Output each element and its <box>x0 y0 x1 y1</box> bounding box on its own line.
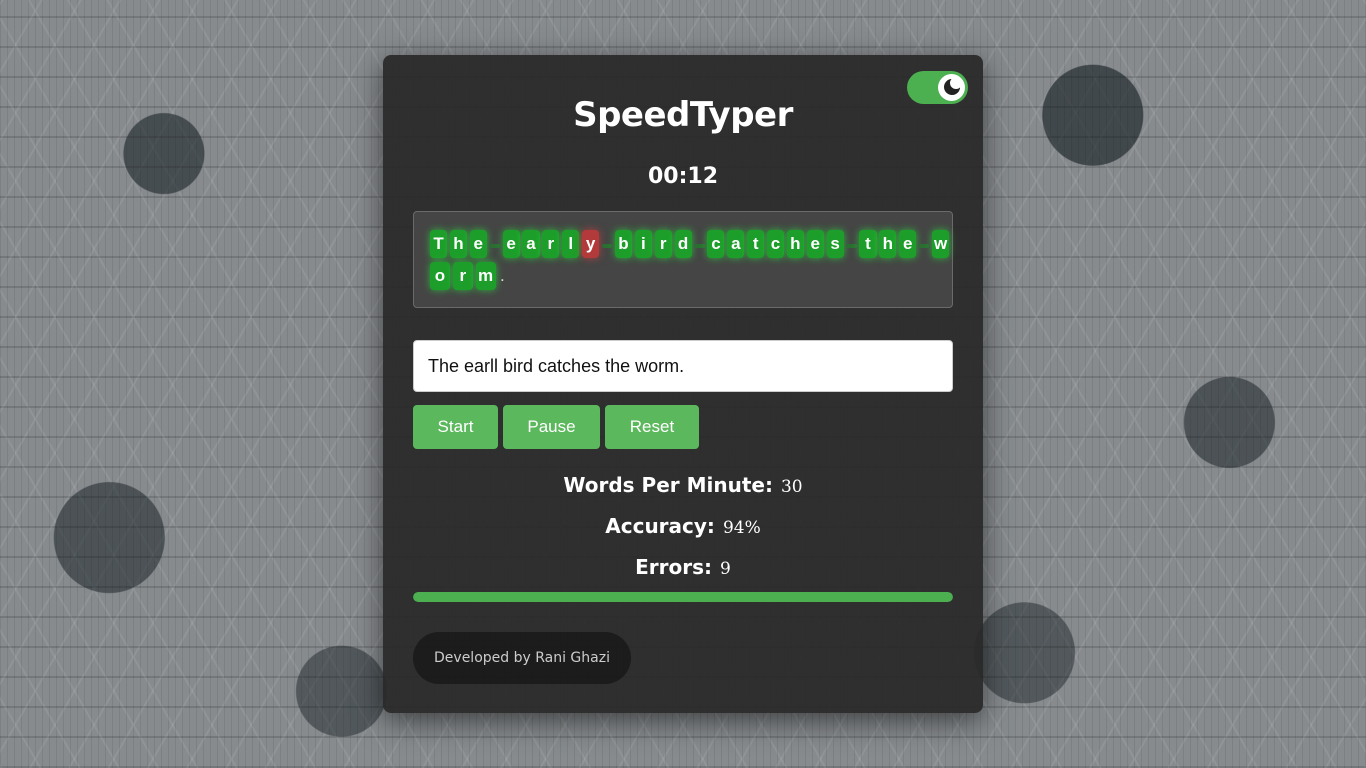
quote-char: t <box>859 230 877 258</box>
wpm-label: Words Per Minute: <box>563 473 773 497</box>
quote-line-1: Theearlybirdcatchesthew <box>430 228 952 260</box>
errors-stat: Errors: 9 <box>383 555 983 579</box>
errors-value: 9 <box>720 559 731 579</box>
quote-char: c <box>707 230 725 258</box>
quote-char: b <box>614 230 632 258</box>
quote-line-2: orm. <box>430 260 952 292</box>
quote-char: i <box>634 230 652 258</box>
quote-char: c <box>766 230 785 258</box>
quote-char: T <box>430 230 448 258</box>
progress-bar <box>413 592 953 602</box>
quote-char: l <box>562 230 580 258</box>
developer-credit: Developed by Rani Ghazi <box>413 632 631 684</box>
quote-char-error: y <box>582 230 600 258</box>
quote-char: h <box>879 230 897 258</box>
quote-box: Theearlybirdcatchesthew orm. <box>413 211 953 308</box>
quote-char: d <box>674 230 692 258</box>
quote-char: a <box>727 230 745 258</box>
quote-char: r <box>654 230 672 258</box>
app-title: SpeedTyper <box>573 95 793 135</box>
moon-icon <box>944 77 962 95</box>
accuracy-stat: Accuracy: 94% <box>383 514 983 538</box>
start-button[interactable]: Start <box>413 405 498 449</box>
accuracy-label: Accuracy: <box>605 514 715 538</box>
quote-char: e <box>469 230 487 258</box>
typing-card: SpeedTyper 00:12 Theearlybirdcatchesthew… <box>383 55 983 713</box>
wpm-stat: Words Per Minute: 30 <box>383 473 983 497</box>
quote-space <box>846 244 857 248</box>
errors-label: Errors: <box>635 555 713 579</box>
timer: 00:12 <box>647 164 719 189</box>
quote-space <box>489 244 500 248</box>
quote-char: t <box>747 230 765 258</box>
quote-char: e <box>899 230 917 258</box>
accuracy-value: 94% <box>722 518 761 538</box>
quote-char: w <box>932 230 950 258</box>
quote-char: . <box>500 266 505 285</box>
quote-char: e <box>502 230 520 258</box>
progress-fill <box>413 592 953 602</box>
quote-space <box>601 244 613 248</box>
quote-char: h <box>786 230 804 258</box>
pause-button[interactable]: Pause <box>503 405 600 449</box>
quote-char: e <box>806 230 824 258</box>
quote-char: r <box>542 230 560 258</box>
quote-char: h <box>449 230 467 258</box>
reset-button[interactable]: Reset <box>605 405 699 449</box>
quote-char: o <box>430 262 450 290</box>
quote-space <box>919 244 930 248</box>
typing-input[interactable] <box>413 340 953 392</box>
quote-char: a <box>522 230 540 258</box>
quote-char: r <box>452 262 473 290</box>
wpm-value: 30 <box>780 477 803 497</box>
quote-char: m <box>475 262 496 290</box>
quote-char: s <box>826 230 844 258</box>
quote-space <box>694 244 705 248</box>
